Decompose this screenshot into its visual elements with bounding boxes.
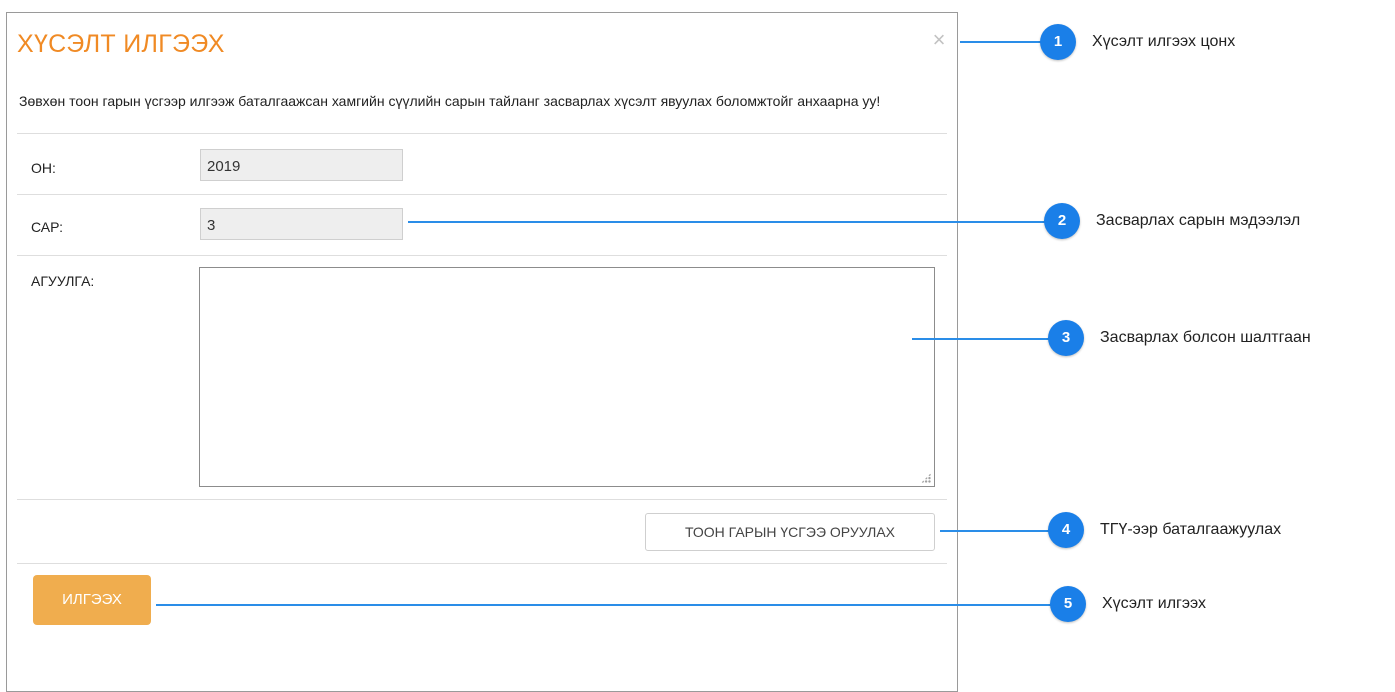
divider	[17, 563, 947, 564]
divider	[17, 194, 947, 195]
close-icon[interactable]: ×	[929, 29, 949, 51]
content-label: АГУУЛГА:	[31, 273, 95, 289]
divider	[17, 133, 947, 134]
month-label: САР:	[31, 219, 64, 235]
callout-text-4: ТГҮ-ээр баталгаажуулах	[1100, 521, 1282, 538]
send-button[interactable]: ИЛГЭЭХ	[33, 575, 151, 625]
callout-text-3: Засварлах болсон шалтгаан	[1100, 329, 1311, 346]
month-field[interactable]: 3	[200, 208, 403, 240]
callout-line-1	[960, 41, 1044, 43]
content-textarea[interactable]	[199, 267, 935, 487]
callout-text-2: Засварлах сарын мэдээлэл	[1096, 212, 1301, 229]
callout-line-2	[408, 221, 1048, 223]
callout-badge-3: 3	[1048, 320, 1084, 356]
resize-grip-icon[interactable]	[921, 473, 931, 483]
callout-text-1: Хүсэлт илгээх цонх	[1092, 33, 1236, 50]
callout-badge-2: 2	[1044, 203, 1080, 239]
request-dialog: ХҮСЭЛТ ИЛГЭЭХ × Зөвхөн тоон гарын үсгээр…	[6, 12, 958, 692]
callout-badge-1: 1	[1040, 24, 1076, 60]
year-field[interactable]: 2019	[200, 149, 403, 181]
divider	[17, 255, 947, 256]
notice-text: Зөвхөн тоон гарын үсгээр илгээж баталгаа…	[19, 93, 881, 109]
digital-signature-button[interactable]: ТООН ГАРЫН ҮСГЭЭ ОРУУЛАХ	[645, 513, 935, 551]
callout-text-5: Хүсэлт илгээх	[1102, 595, 1207, 612]
callout-badge-4: 4	[1048, 512, 1084, 548]
callout-line-5	[156, 604, 1052, 606]
divider	[17, 499, 947, 500]
dialog-title: ХҮСЭЛТ ИЛГЭЭХ	[17, 30, 225, 58]
callout-badge-5: 5	[1050, 586, 1086, 622]
callout-line-3	[912, 338, 1052, 340]
year-label: ОН:	[31, 160, 56, 176]
callout-line-4	[940, 530, 1052, 532]
